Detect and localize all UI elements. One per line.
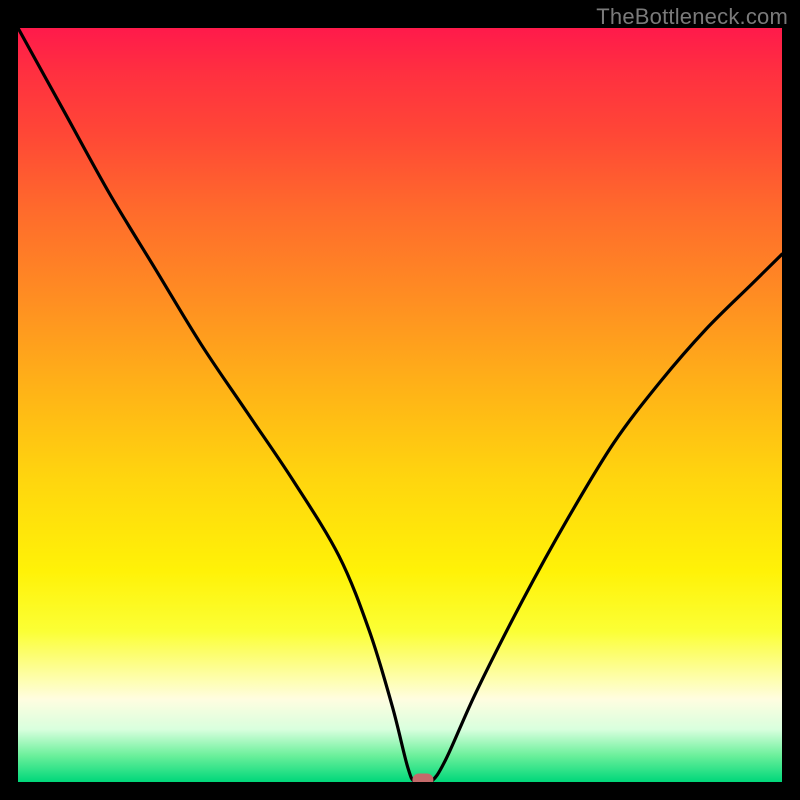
watermark-text: TheBottleneck.com [596, 4, 788, 30]
plot-area [18, 28, 782, 782]
bottleneck-curve-svg [18, 28, 782, 782]
optimal-marker [413, 774, 433, 782]
chart-frame: TheBottleneck.com [0, 0, 800, 800]
bottleneck-curve-path [18, 28, 782, 782]
